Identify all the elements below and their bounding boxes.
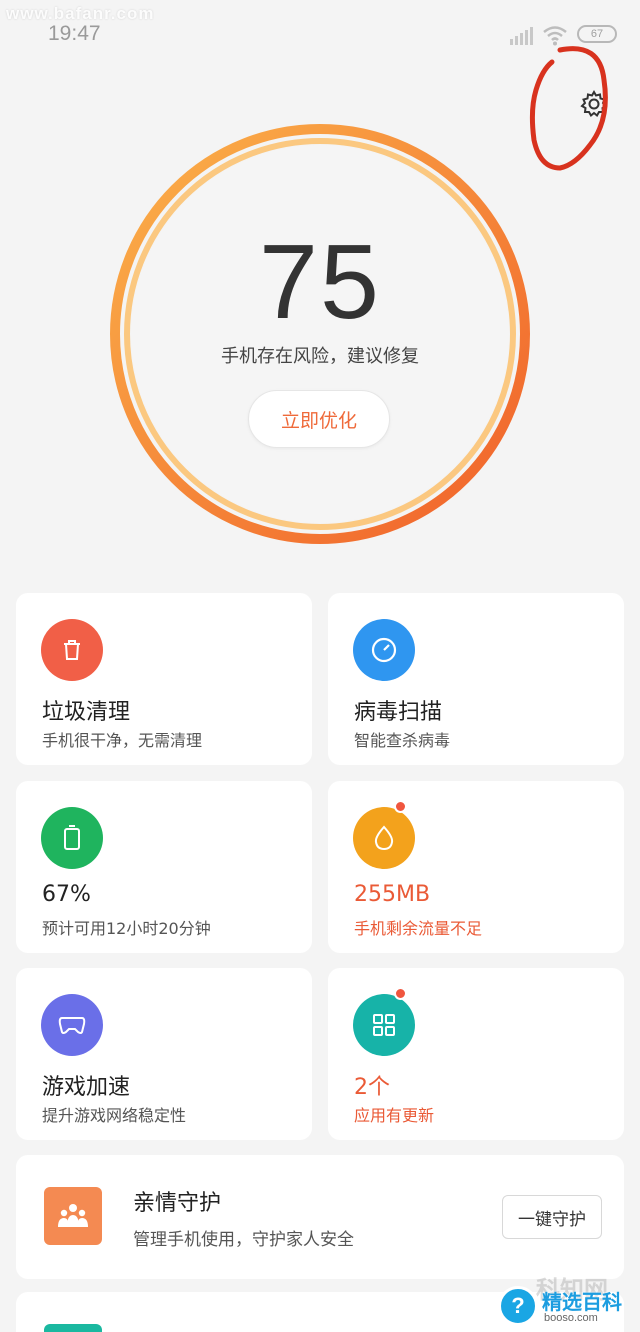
card-subtitle: 手机剩余流量不足	[354, 919, 483, 938]
wifi-icon	[543, 26, 567, 46]
status-bar: www.bafanr.com 19:47 67	[0, 0, 640, 56]
card-subtitle: 智能查杀病毒	[354, 731, 451, 750]
notification-dot	[394, 800, 407, 813]
card-title: 垃圾清理	[42, 700, 131, 725]
family-icon	[58, 1204, 88, 1227]
battery-icon	[64, 825, 80, 850]
trash-icon-circle	[41, 619, 103, 681]
watermark-top: www.bafanr.com	[6, 4, 155, 23]
status-time: 19:47	[48, 22, 101, 45]
card-app-updates[interactable]: 2个 应用有更新	[328, 968, 624, 1140]
feature-icon	[44, 1324, 102, 1332]
data-drop-icon-circle	[353, 807, 415, 869]
watermark-bottom: 科知网 ? 精选百科 booso.com	[480, 1272, 640, 1332]
battery-status-icon: 67	[577, 25, 617, 43]
score-message: 手机存在风险，建议修复	[221, 346, 419, 367]
score-value: 75	[259, 223, 381, 341]
family-guard-card[interactable]: 亲情守护 管理手机使用，守护家人安全 一键守护	[16, 1155, 624, 1279]
card-game-boost[interactable]: 游戏加速 提升游戏网络稳定性	[16, 968, 312, 1140]
optimize-button[interactable]: 立即优化	[248, 390, 390, 448]
gauge-icon	[371, 637, 397, 663]
card-virus-scan[interactable]: 病毒扫描 智能查杀病毒	[328, 593, 624, 765]
question-icon: ?	[498, 1286, 538, 1326]
red-circle-annotation	[529, 46, 608, 171]
signal-icon	[510, 27, 533, 45]
watermark-url: booso.com	[544, 1312, 598, 1324]
watermark-title: 精选百科	[542, 1290, 622, 1314]
card-subtitle: 预计可用12小时20分钟	[42, 919, 211, 938]
card-subtitle: 手机很干净，无需清理	[42, 731, 203, 750]
battery-icon-circle	[41, 807, 103, 869]
card-title: 病毒扫描	[354, 700, 443, 725]
gamepad-icon	[58, 1017, 86, 1034]
one-tap-guard-button[interactable]: 一键守护	[502, 1195, 602, 1239]
notification-dot	[394, 987, 407, 1000]
card-data-usage[interactable]: 255MB 手机剩余流量不足	[328, 781, 624, 953]
apps-grid-icon-circle	[353, 994, 415, 1056]
card-junk-cleanup[interactable]: 垃圾清理 手机很干净，无需清理	[16, 593, 312, 765]
gear-icon	[580, 89, 608, 118]
card-title: 255MB	[354, 882, 431, 907]
gauge-icon-circle	[353, 619, 415, 681]
card-title: 游戏加速	[42, 1075, 131, 1100]
trash-icon	[64, 640, 80, 660]
card-subtitle: 提升游戏网络稳定性	[42, 1106, 187, 1125]
family-guard-subtitle: 管理手机使用，守护家人安全	[133, 1230, 354, 1250]
settings-button[interactable]	[576, 86, 612, 122]
card-title: 67%	[42, 882, 91, 907]
apps-grid-icon	[373, 1014, 395, 1036]
card-battery[interactable]: 67% 预计可用12小时20分钟	[16, 781, 312, 953]
card-subtitle: 应用有更新	[354, 1106, 435, 1125]
family-icon-box	[44, 1187, 102, 1245]
family-guard-title: 亲情守护	[133, 1191, 222, 1216]
data-drop-icon	[374, 825, 394, 851]
card-title: 2个	[354, 1075, 390, 1100]
gamepad-icon-circle	[41, 994, 103, 1056]
